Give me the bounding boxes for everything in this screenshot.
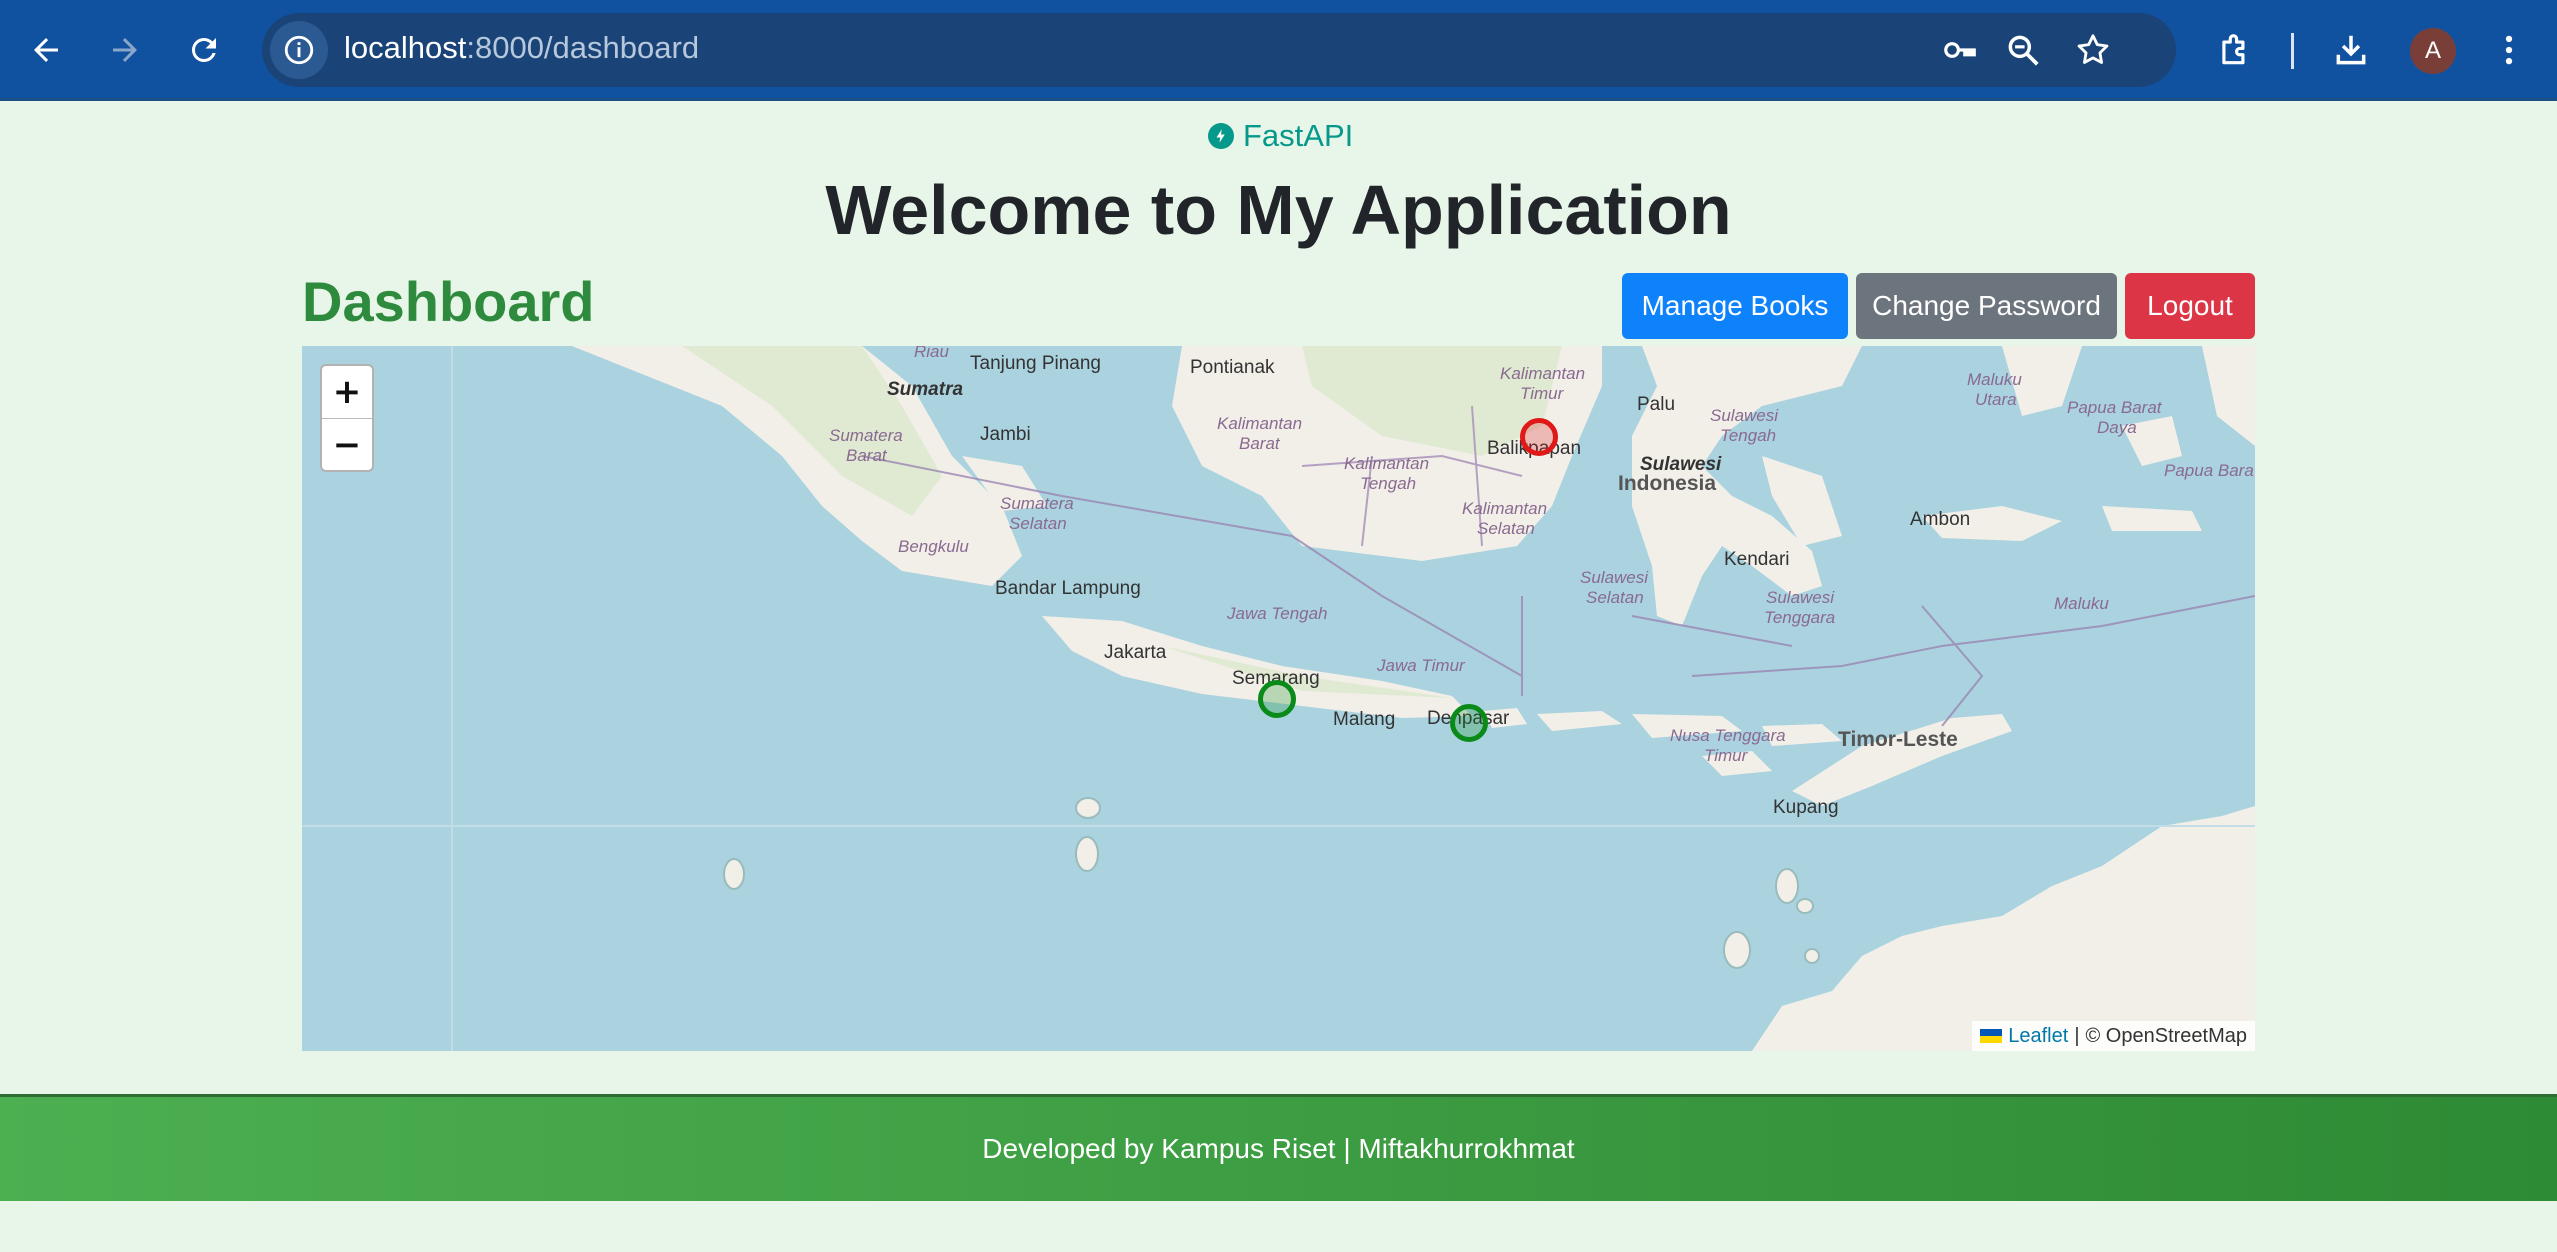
map-label: Tenggara: [1764, 608, 1836, 627]
dashboard-heading: Dashboard: [302, 270, 595, 333]
map-label: Kendari: [1724, 549, 1790, 570]
zoom-button[interactable]: [2003, 30, 2043, 70]
map-label: Daya: [2097, 418, 2137, 437]
address-bar[interactable]: localhost:8000/dashboard: [262, 13, 2176, 87]
map-label: Jawa Tengah: [1227, 604, 1328, 623]
zoom-in-button[interactable]: +: [322, 366, 372, 419]
password-key-button[interactable]: [1940, 30, 1980, 70]
footer-text: Developed by Kampus Riset | Miftakhurrok…: [982, 1133, 1575, 1164]
reload-button[interactable]: [178, 24, 230, 76]
map-label: Sulawesi: [1580, 568, 1649, 587]
ukraine-flag-icon: [1980, 1029, 2003, 1043]
profile-avatar[interactable]: A: [2410, 28, 2456, 74]
map-label: Timur: [1704, 746, 1748, 765]
map-label: Bengkulu: [898, 537, 969, 556]
map-label: Sumatera: [829, 426, 903, 445]
map-marker-green[interactable]: [1450, 704, 1488, 742]
zoom-control: + −: [320, 364, 374, 472]
toolbar-divider: [2291, 33, 2294, 69]
url-path: :8000/dashboard: [466, 30, 700, 65]
map-label: Selatan: [1586, 588, 1644, 607]
map-label: Papua Bara: [2164, 461, 2254, 480]
info-icon: [284, 35, 314, 65]
map-label: Selatan: [1477, 519, 1535, 538]
key-icon: [1944, 42, 1976, 58]
arrow-right-icon: [113, 38, 137, 62]
map-label: Sumatra: [887, 379, 964, 400]
map-label: Utara: [1975, 390, 2017, 409]
url-host: localhost: [344, 30, 467, 65]
map-label: Selatan: [1009, 514, 1067, 533]
page-title: Welcome to My Application: [825, 171, 1732, 249]
map-label: Tengah: [1360, 474, 1417, 493]
page-footer: Developed by Kampus Riset | Miftakhurrok…: [0, 1094, 2557, 1201]
map-attribution: Leaflet | © OpenStreetMap: [1972, 1021, 2255, 1051]
map-label: Tengah: [1720, 426, 1777, 445]
map-label: Ambon: [1910, 509, 1971, 530]
browser-menu-button[interactable]: [2483, 24, 2535, 76]
map-label: Jambi: [980, 424, 1031, 445]
map-label: Indonesia: [1618, 472, 1717, 495]
map-label: Malang: [1333, 709, 1396, 730]
attribution-separator: |: [2074, 1024, 2080, 1047]
reload-icon: [191, 37, 216, 62]
map-label: Jakarta: [1104, 642, 1167, 663]
map-label: Kalimantan: [1462, 499, 1548, 518]
map-label: Maluku: [1967, 370, 2022, 389]
back-button[interactable]: [20, 24, 72, 76]
map-label: Papua Barat: [2067, 398, 2162, 417]
fastapi-logo-icon: [1208, 123, 1234, 149]
brand-header: FastAPI: [1208, 116, 1353, 156]
map-marker-green[interactable]: [1258, 680, 1296, 718]
map-label: Barat: [846, 446, 887, 465]
map-label: Kalimantan: [1500, 364, 1586, 383]
map-label: Sulawesi: [1766, 588, 1835, 607]
map-label: Riau: [914, 346, 949, 361]
manage-books-button[interactable]: Manage Books: [1622, 273, 1848, 339]
bookmark-star-button[interactable]: [2073, 30, 2113, 70]
forward-button[interactable]: [99, 24, 151, 76]
map-container[interactable]: Tanjung Pinang Pontianak Riau Sumatra Ja…: [302, 346, 2255, 1051]
logout-button[interactable]: Logout: [2125, 273, 2255, 339]
zoom-out-button[interactable]: −: [322, 419, 372, 471]
osm-attribution: © OpenStreetMap: [2085, 1024, 2247, 1047]
map-label: Timor-Leste: [1838, 728, 1958, 751]
map-label: Tanjung Pinang: [970, 353, 1101, 374]
browser-toolbar: localhost:8000/dashboard A: [0, 0, 2557, 101]
url-text[interactable]: localhost:8000/dashboard: [344, 30, 699, 66]
map-label: Kalimantan: [1217, 414, 1303, 433]
map-label: Timur: [1520, 384, 1564, 403]
magnifier-icon: [2008, 35, 2039, 66]
star-icon: [2077, 34, 2109, 64]
brand-name: FastAPI: [1243, 118, 1354, 153]
puzzle-icon: [2222, 34, 2245, 65]
map-label: Jawa Timur: [1377, 656, 1465, 675]
change-password-button[interactable]: Change Password: [1856, 273, 2117, 339]
arrow-left-icon: [34, 38, 58, 62]
download-icon: [2336, 35, 2366, 65]
map-label: Nusa Tenggara: [1670, 726, 1786, 745]
downloads-button[interactable]: [2325, 24, 2377, 76]
map-label: Sulawesi: [1710, 406, 1779, 425]
map-label: Kupang: [1773, 797, 1839, 818]
map-marker-red[interactable]: [1520, 418, 1558, 456]
leaflet-link[interactable]: Leaflet: [2008, 1025, 2068, 1048]
extensions-button[interactable]: [2209, 24, 2261, 76]
map-label: Pontianak: [1190, 357, 1275, 378]
more-vertical-icon: [2505, 35, 2513, 65]
map-label: Barat: [1239, 434, 1280, 453]
map-label: Bandar Lampung: [995, 578, 1141, 599]
map-label: Kalimantan: [1344, 454, 1430, 473]
map-label: Sumatera: [1000, 494, 1074, 513]
site-info-button[interactable]: [270, 21, 328, 79]
map-label: Palu: [1637, 394, 1676, 415]
map-label: Maluku: [2054, 594, 2109, 613]
